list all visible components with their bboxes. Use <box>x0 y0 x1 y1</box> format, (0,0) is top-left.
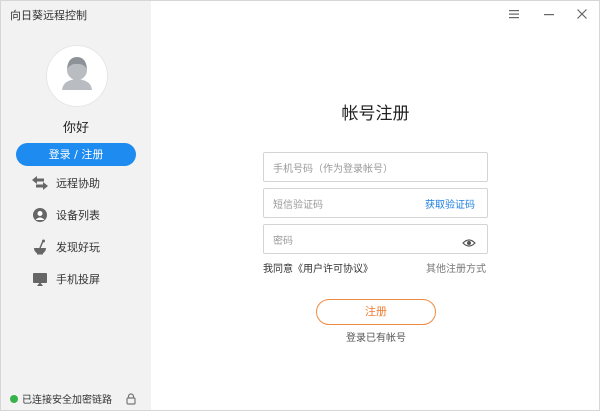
avatar[interactable] <box>46 45 108 107</box>
login-existing-account-link[interactable]: 登录已有帐号 <box>316 329 436 344</box>
register-button[interactable]: 注册 <box>316 299 436 325</box>
app-window: 向日葵远程控制 你好 登录 / 注册 远程协助 设备列表 发现好玩 手机投屏 已… <box>0 0 600 411</box>
page-title: 帐号注册 <box>341 104 410 124</box>
get-code-button[interactable]: 获取验证码 <box>425 196 475 211</box>
login-register-button[interactable]: 登录 / 注册 <box>16 143 136 166</box>
password-field[interactable]: 密码 <box>263 224 488 254</box>
sms-code-field[interactable]: 短信验证码 获取验证码 <box>263 188 488 218</box>
sms-code-placeholder: 短信验证码 <box>273 200 323 211</box>
sidebar-item-label: 设备列表 <box>56 209 100 222</box>
eye-icon[interactable] <box>462 233 476 252</box>
sidebar-item-label: 远程协助 <box>56 177 100 190</box>
user-avatar-icon <box>62 57 92 90</box>
phone-placeholder: 手机号码（作为登录帐号） <box>273 164 393 175</box>
sidebar-item-remote-assist[interactable]: 远程协助 <box>31 173 100 193</box>
sidebar-item-label: 发现好玩 <box>56 241 100 254</box>
sidebar-item-device-list[interactable]: 设备列表 <box>31 205 100 225</box>
menu-icon[interactable] <box>506 6 522 22</box>
other-register-methods-link[interactable]: 其他注册方式 <box>426 260 486 275</box>
sidebar: 向日葵远程控制 你好 登录 / 注册 远程协助 设备列表 发现好玩 手机投屏 已… <box>1 1 151 410</box>
phone-field[interactable]: 手机号码（作为登录帐号） <box>263 152 488 182</box>
password-placeholder: 密码 <box>273 236 293 247</box>
agreement-link[interactable]: 我同意《用户许可协议》 <box>263 260 373 275</box>
device-list-icon <box>31 206 49 224</box>
close-icon[interactable] <box>574 6 590 22</box>
minimize-icon[interactable] <box>541 6 557 22</box>
username: 你好 <box>62 121 89 136</box>
app-title: 向日葵远程控制 <box>10 9 87 22</box>
status-indicator-icon <box>10 394 18 403</box>
status-text: 已连接安全加密链路 <box>22 395 112 406</box>
sidebar-item-screen-cast[interactable]: 手机投屏 <box>31 269 100 289</box>
discover-icon <box>31 238 49 256</box>
sidebar-item-label: 手机投屏 <box>56 273 100 286</box>
connection-status: 已连接安全加密链路 <box>10 391 112 406</box>
screen-cast-icon <box>31 270 49 288</box>
sidebar-item-discover[interactable]: 发现好玩 <box>31 237 100 257</box>
remote-assist-icon <box>31 174 49 192</box>
lock-icon[interactable] <box>126 390 136 409</box>
